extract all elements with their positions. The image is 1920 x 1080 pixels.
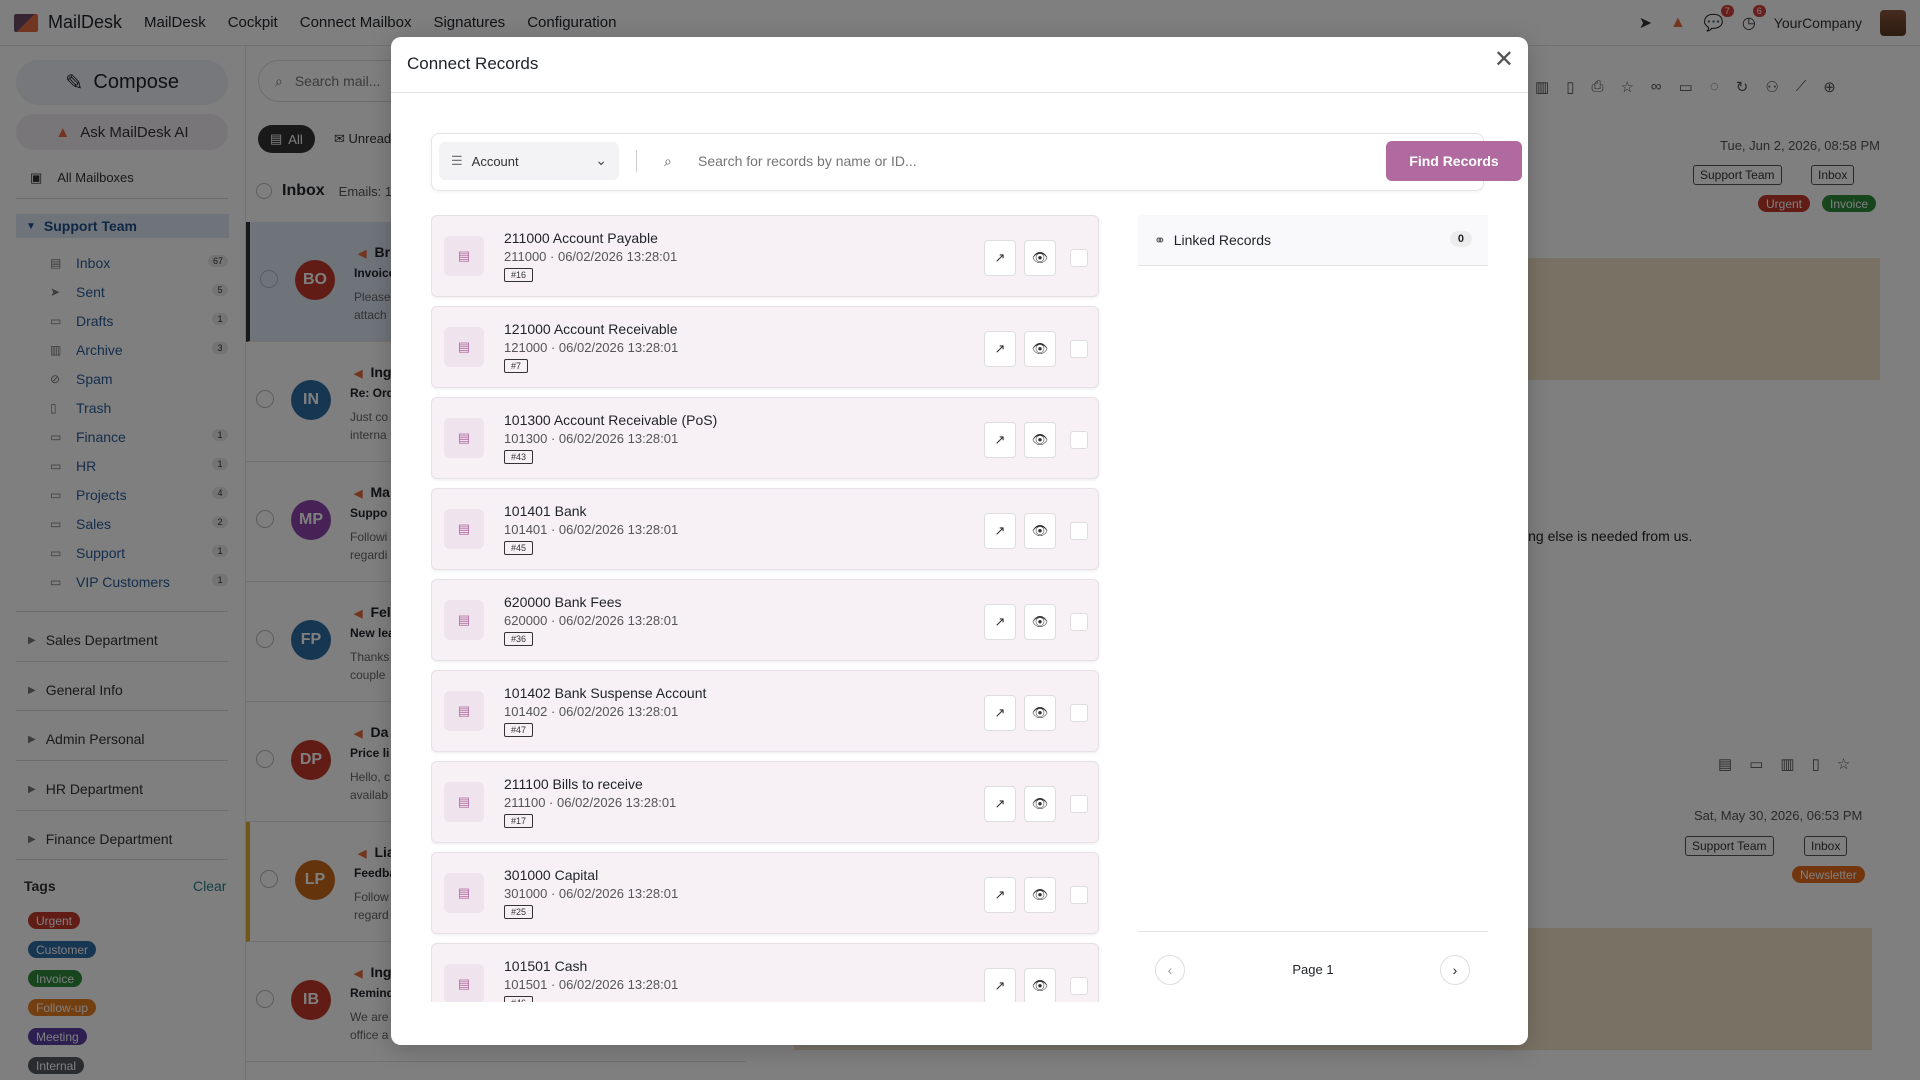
- record-checkbox[interactable]: [1070, 613, 1088, 631]
- record-id: #47: [504, 723, 534, 737]
- linked-records-header: ⚭ Linked Records 0: [1138, 215, 1488, 266]
- document-icon: ▤: [444, 782, 484, 822]
- model-select[interactable]: ☰ Account ⌄: [439, 142, 619, 180]
- record-item[interactable]: ▤ 620000 Bank Fees 620000 · 06/02/2026 1…: [431, 579, 1099, 661]
- record-item[interactable]: ▤ 121000 Account Receivable 121000 · 06/…: [431, 306, 1099, 388]
- open-external-icon[interactable]: ↗: [984, 968, 1016, 1002]
- record-id: #46: [504, 996, 534, 1002]
- open-external-icon[interactable]: ↗: [984, 604, 1016, 640]
- record-name: 211000 Account Payable: [504, 230, 658, 246]
- record-meta: 101401 · 06/02/2026 13:28:01: [504, 522, 679, 537]
- record-checkbox[interactable]: [1070, 704, 1088, 722]
- eye-icon[interactable]: 👁: [1024, 422, 1056, 458]
- document-icon: ▤: [444, 873, 484, 913]
- record-id: #7: [504, 359, 529, 373]
- database-icon: ☰: [451, 153, 463, 168]
- record-checkbox[interactable]: [1070, 522, 1088, 540]
- eye-icon[interactable]: 👁: [1024, 695, 1056, 731]
- record-meta: 211000 · 06/02/2026 13:28:01: [504, 249, 678, 264]
- document-icon: ▤: [444, 327, 484, 367]
- document-icon: ▤: [444, 691, 484, 731]
- record-name: 101300 Account Receivable (PoS): [504, 412, 718, 428]
- record-name: 301000 Capital: [504, 867, 599, 883]
- record-name: 620000 Bank Fees: [504, 594, 622, 610]
- record-name: 101501 Cash: [504, 958, 588, 974]
- close-icon[interactable]: ✕: [1494, 48, 1514, 72]
- record-checkbox[interactable]: [1070, 886, 1088, 904]
- model-select-value: Account: [471, 153, 519, 169]
- linked-count-badge: 0: [1449, 231, 1472, 247]
- record-id: #36: [504, 632, 534, 646]
- divider: [636, 150, 637, 172]
- dialog-header: Connect Records ✕: [391, 37, 1528, 93]
- open-external-icon[interactable]: ↗: [984, 513, 1016, 549]
- record-meta: 211100 · 06/02/2026 13:28:01: [504, 795, 677, 810]
- eye-icon[interactable]: 👁: [1024, 877, 1056, 913]
- record-meta: 620000 · 06/02/2026 13:28:01: [504, 613, 679, 628]
- record-id: #16: [504, 268, 534, 282]
- record-item[interactable]: ▤ 301000 Capital 301000 · 06/02/2026 13:…: [431, 852, 1099, 934]
- open-external-icon[interactable]: ↗: [984, 877, 1016, 913]
- document-icon: ▤: [444, 964, 484, 1002]
- record-checkbox[interactable]: [1070, 431, 1088, 449]
- record-item[interactable]: ▤ 101501 Cash 101501 · 06/02/2026 13:28:…: [431, 943, 1099, 1002]
- open-external-icon[interactable]: ↗: [984, 786, 1016, 822]
- open-external-icon[interactable]: ↗: [984, 240, 1016, 276]
- search-icon: ⌕: [664, 153, 672, 169]
- record-id: #43: [504, 450, 534, 464]
- eye-icon[interactable]: 👁: [1024, 240, 1056, 276]
- dialog-title: Connect Records: [407, 54, 539, 73]
- chevron-right-icon[interactable]: ›: [1440, 955, 1470, 985]
- chevron-down-icon: ⌄: [595, 152, 607, 168]
- record-name: 121000 Account Receivable: [504, 321, 678, 337]
- linked-records-title: Linked Records: [1173, 232, 1272, 248]
- pagination-divider: [1138, 931, 1488, 932]
- open-external-icon[interactable]: ↗: [984, 695, 1016, 731]
- record-search-bar: ☰ Account ⌄ ⌕ Find Records: [431, 133, 1522, 191]
- record-meta: 101402 · 06/02/2026 13:28:01: [504, 704, 679, 719]
- record-checkbox[interactable]: [1070, 340, 1088, 358]
- record-checkbox[interactable]: [1070, 977, 1088, 995]
- record-id: #45: [504, 541, 534, 555]
- record-id: #17: [504, 814, 534, 828]
- record-name: 101401 Bank: [504, 503, 587, 519]
- link-icon: ⚭: [1154, 231, 1166, 248]
- page-label: Page 1: [1292, 962, 1334, 977]
- record-meta: 301000 · 06/02/2026 13:28:01: [504, 886, 679, 901]
- eye-icon[interactable]: 👁: [1024, 513, 1056, 549]
- linked-records-panel: ⚭ Linked Records 0 ‹ Page 1 ›: [1138, 215, 1488, 1040]
- record-meta: 101501 · 06/02/2026 13:28:01: [504, 977, 679, 992]
- document-icon: ▤: [444, 418, 484, 458]
- record-name: 101402 Bank Suspense Account: [504, 685, 707, 701]
- open-external-icon[interactable]: ↗: [984, 331, 1016, 367]
- document-icon: ▤: [444, 600, 484, 640]
- document-icon: ▤: [444, 509, 484, 549]
- find-records-button[interactable]: Find Records: [1386, 141, 1522, 181]
- document-icon: ▤: [444, 236, 484, 276]
- record-meta: 101300 · 06/02/2026 13:28:01: [504, 431, 679, 446]
- record-checkbox[interactable]: [1070, 249, 1088, 267]
- record-item[interactable]: ▤ 211000 Account Payable 211000 · 06/02/…: [431, 215, 1099, 297]
- eye-icon[interactable]: 👁: [1024, 786, 1056, 822]
- record-checkbox[interactable]: [1070, 795, 1088, 813]
- record-item[interactable]: ▤ 101402 Bank Suspense Account 101402 · …: [431, 670, 1099, 752]
- record-item[interactable]: ▤ 101300 Account Receivable (PoS) 101300…: [431, 397, 1099, 479]
- eye-icon[interactable]: 👁: [1024, 968, 1056, 1002]
- record-meta: 121000 · 06/02/2026 13:28:01: [504, 340, 679, 355]
- record-name: 211100 Bills to receive: [504, 776, 643, 792]
- record-item[interactable]: ▤ 211100 Bills to receive 211100 · 06/02…: [431, 761, 1099, 843]
- record-search-input[interactable]: [698, 153, 1298, 169]
- connect-records-dialog: Connect Records ✕ ☰ Account ⌄ ⌕ Find Rec…: [391, 37, 1528, 1045]
- eye-icon[interactable]: 👁: [1024, 331, 1056, 367]
- eye-icon[interactable]: 👁: [1024, 604, 1056, 640]
- record-item[interactable]: ▤ 101401 Bank 101401 · 06/02/2026 13:28:…: [431, 488, 1099, 570]
- open-external-icon[interactable]: ↗: [984, 422, 1016, 458]
- record-list: ▤ 211000 Account Payable 211000 · 06/02/…: [431, 215, 1101, 1002]
- record-id: #25: [504, 905, 534, 919]
